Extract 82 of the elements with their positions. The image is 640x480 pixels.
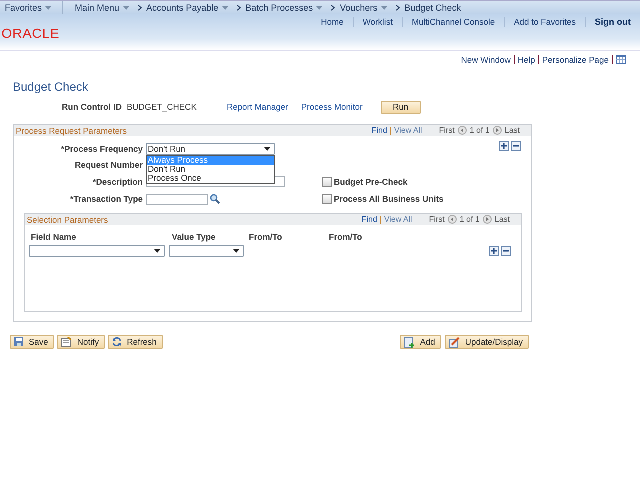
checkbox[interactable] [322,194,332,204]
page-link[interactable]: Help [518,54,536,64]
grid-icon[interactable] [616,55,626,64]
field-label: Request Number [74,160,144,170]
checkbox-label: Process All Business Units [334,194,444,204]
chevron-icon [138,4,142,10]
header-link[interactable]: Home [312,17,353,27]
header-link[interactable]: Worklist [352,17,402,27]
toolbar-button[interactable]: Add [400,335,442,349]
column-header: From/To [329,232,362,242]
run-control-label: Run Control ID [62,102,122,112]
breadcrumb-current: Budget Check [404,2,462,12]
add-page-icon [404,336,416,348]
page-count: 1 of 1 [460,215,480,224]
column-header: Value Type [172,232,217,242]
field-name-dropdown[interactable] [29,245,165,257]
caret-icon [154,249,161,253]
chevron-icon [396,4,400,10]
next-icon[interactable] [492,126,502,135]
notepad-icon [61,337,72,347]
view-all-link[interactable]: View All [394,126,422,135]
toolbar-button[interactable]: Update/Display [445,335,529,349]
caret-icon [264,147,271,151]
previous-icon[interactable] [458,126,467,135]
last-label: Last [504,126,520,135]
search-icon[interactable] [210,194,220,204]
dropdown-option[interactable]: Don't Run [147,165,274,174]
toolbar-button[interactable]: Notify [57,335,106,349]
main-menu[interactable]: Main Menu [75,2,120,12]
section-title: Process Request Parameters [16,126,128,136]
next-icon[interactable] [482,215,492,224]
caret-icon [45,6,52,10]
breadcrumb-link[interactable]: Vouchers [340,2,378,12]
view-all-link[interactable]: View All [384,215,412,224]
find-link[interactable]: Find [372,126,388,135]
previous-icon[interactable] [448,215,457,224]
checkbox[interactable] [322,176,332,186]
refresh-icon [112,337,122,347]
chevron-icon [331,4,336,10]
favorites-menu[interactable]: Favorites [5,2,42,12]
pencil-icon [449,336,460,348]
frequency-dropdown[interactable]: Don't Run [146,143,275,155]
breadcrumb-link[interactable]: Batch Processes [246,2,314,12]
caret-icon [233,249,240,253]
caret-icon [122,6,130,10]
column-header: Field Name [31,232,78,242]
caret-icon [380,6,388,10]
dropdown-option[interactable]: Process Once [147,174,274,183]
header-link[interactable]: Add to Favorites [504,17,585,27]
field-label: *Transaction Type [69,194,144,204]
checkbox-label: Budget Pre-Check [334,176,408,186]
add-row-icon[interactable] [489,246,499,256]
column-header: From/To [249,232,284,242]
value-type-dropdown[interactable] [169,245,244,257]
delete-row-icon[interactable] [511,141,521,151]
first-label: First [429,215,445,224]
page-link[interactable]: Personalize Page [542,54,609,64]
delete-row-icon[interactable] [501,246,511,256]
caret-icon [316,6,324,10]
section-title: Selection Parameters [27,214,108,224]
page-count: 1 of 1 [470,126,490,135]
toolbar-button[interactable]: Save [10,335,54,349]
chevron-icon [236,4,241,10]
sign-out-link[interactable]: Sign out [585,17,631,27]
first-label: First [439,126,455,135]
logo: ORACLE [2,26,60,41]
last-label: Last [494,215,510,224]
toolbar-button[interactable]: Refresh [108,335,163,349]
header-link[interactable]: MultiChannel Console [402,17,504,27]
page-link[interactable]: New Window [461,54,511,64]
page-title: Budget Check [13,80,90,95]
find-link[interactable]: Find [362,215,378,224]
process-link[interactable]: Process Monitor [301,102,363,112]
run-button[interactable]: Run [380,100,421,114]
field-label: *Description [92,176,144,186]
caret-icon [222,6,229,10]
transaction-type-field[interactable] [146,194,208,204]
add-row-icon[interactable] [499,141,509,151]
process-link[interactable]: Report Manager [226,102,288,112]
field-label: *Process Frequency [60,144,144,154]
run-control-value: BUDGET_CHECK [126,102,198,112]
breadcrumb-link[interactable]: Accounts Payable [146,2,219,12]
